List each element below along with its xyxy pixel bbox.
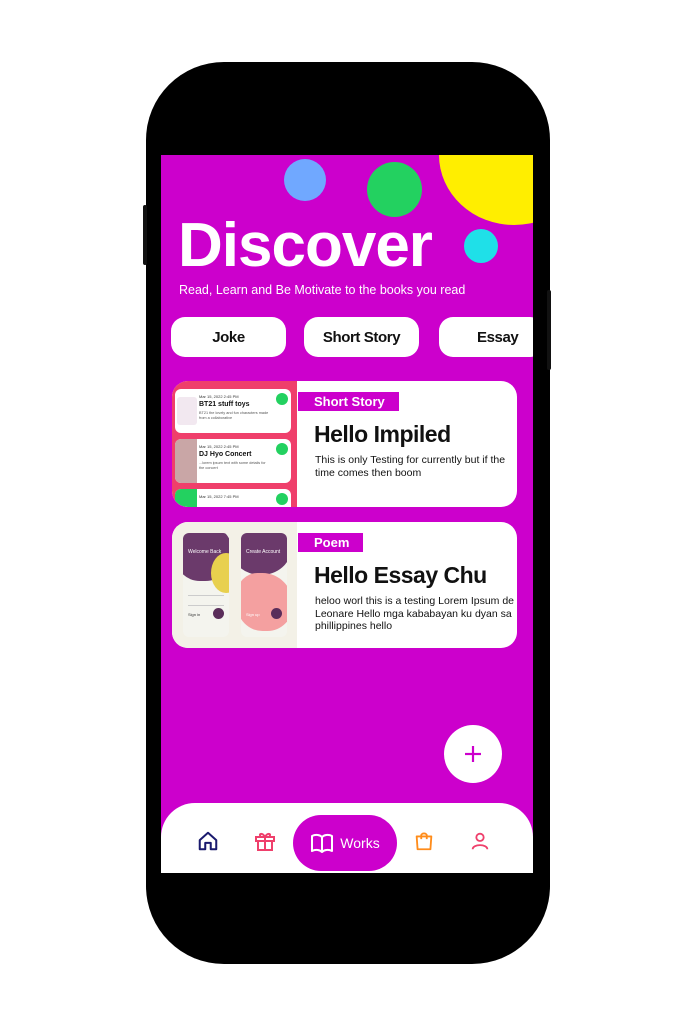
shopping-bag-icon[interactable]: [411, 828, 437, 854]
nav-works-label: Works: [340, 835, 380, 851]
phone-side-button: [547, 290, 551, 370]
card-description: heloo worl this is a testing Lorem Ipsum…: [315, 595, 515, 632]
phone-side-button: [143, 205, 147, 265]
thumb-notification: Mar 15, 2022 2:45 PM BT21 stuff toys BT2…: [175, 389, 291, 433]
category-chip-essay[interactable]: Essay: [439, 317, 533, 357]
thumb-mockup-screen: Welcome Back Sign in: [183, 533, 229, 637]
add-button[interactable]: [444, 725, 502, 783]
thumb-notification: Mar 15, 2022 7:45 PM: [175, 489, 291, 507]
card-category-tag: Short Story: [298, 392, 399, 411]
user-icon[interactable]: [467, 828, 493, 854]
page-title: Discover: [178, 211, 433, 280]
card-description: This is only Testing for currently but i…: [315, 454, 506, 479]
card-title: Hello Impiled: [314, 421, 451, 447]
page-subtitle: Read, Learn and Be Motivate to the books…: [179, 283, 466, 297]
nav-works-button[interactable]: Works: [293, 815, 397, 871]
gift-icon[interactable]: [252, 828, 278, 854]
card-category-tag: Poem: [298, 533, 364, 552]
book-icon: [310, 833, 334, 853]
card-thumbnail: Mar 15, 2022 2:45 PM BT21 stuff toys BT2…: [172, 381, 297, 507]
card-title: Hello Essay Chu: [314, 562, 487, 588]
story-card[interactable]: Welcome Back Sign in Create Account Sign…: [172, 522, 517, 648]
home-icon[interactable]: [195, 828, 221, 854]
deco-circle-cyan: [464, 229, 498, 263]
deco-circle-blue: [284, 159, 326, 201]
deco-circle-green: [367, 162, 422, 217]
card-thumbnail: Welcome Back Sign in Create Account Sign…: [172, 522, 297, 648]
plus-icon: [463, 744, 483, 764]
deco-circle-yellow: [439, 155, 533, 225]
category-chip-joke[interactable]: Joke: [171, 317, 286, 357]
story-card[interactable]: Mar 15, 2022 2:45 PM BT21 stuff toys BT2…: [172, 381, 517, 507]
category-chip-short-story[interactable]: Short Story: [304, 317, 419, 357]
thumb-mockup-screen: Create Account Sign up: [241, 533, 287, 637]
bottom-navigation: Works: [161, 803, 533, 873]
thumb-notification: Mar 15, 2022 2:45 PM DJ Hyo Concert ...l…: [175, 439, 291, 483]
